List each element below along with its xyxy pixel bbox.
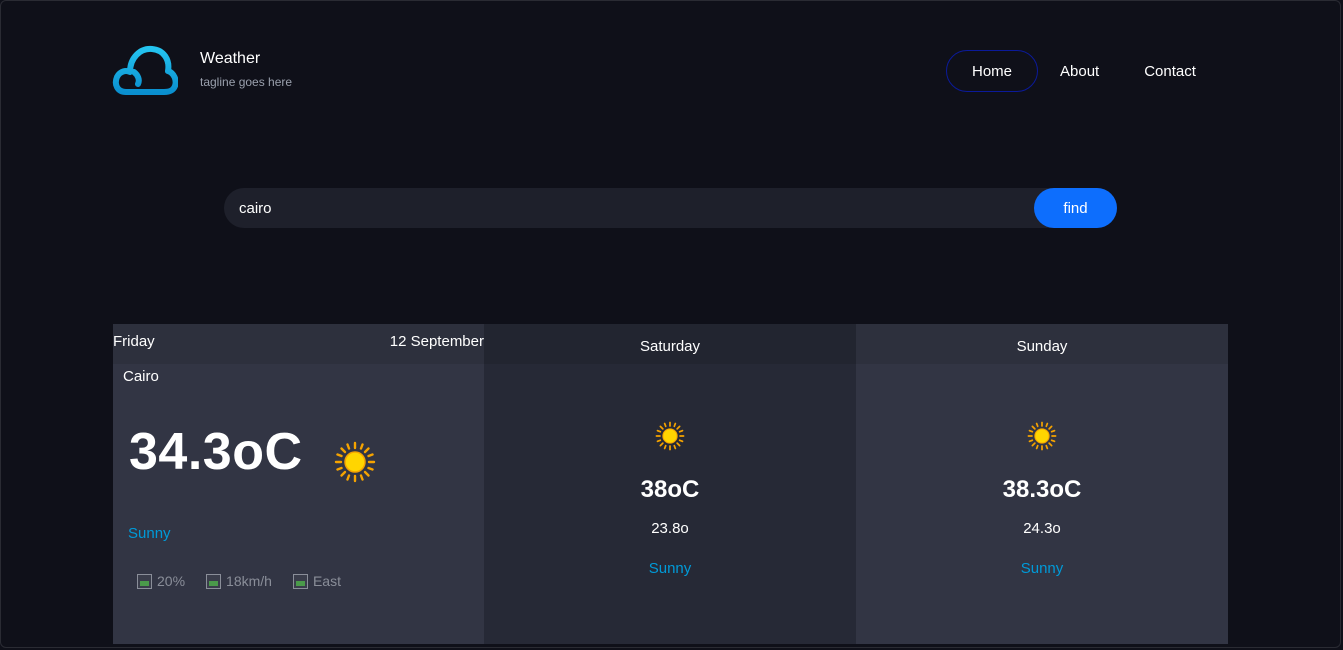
nav-about-link[interactable]: About <box>1060 50 1099 92</box>
forecast-max-temp: 38.3oC <box>1002 476 1082 503</box>
wind-value: 18km/h <box>226 573 272 589</box>
forecast-min-temp: 24.3o <box>1023 520 1061 537</box>
today-day: Friday <box>113 333 155 350</box>
forecast-card: Saturday 38oC 23.8o Sunny <box>484 324 856 644</box>
sun-icon <box>1027 421 1057 451</box>
brand-title: Weather <box>200 50 261 67</box>
umbrella-icon <box>137 573 152 589</box>
nav-contact-link[interactable]: Contact <box>1144 50 1196 92</box>
wind-icon <box>206 573 222 589</box>
brand-tagline: tagline goes here <box>200 75 293 89</box>
main-nav: Home About Contact <box>946 50 1196 92</box>
current-condition: Sunny <box>128 525 171 542</box>
city-name: Cairo <box>123 368 159 385</box>
today-date: 12 September <box>389 333 484 350</box>
humidity-value: 20% <box>157 573 186 589</box>
cloud-icon <box>112 45 178 95</box>
current-temperature: 34.3oC <box>129 423 303 481</box>
nav-home-link[interactable]: Home <box>946 50 1038 92</box>
wind-stat: 18km/h <box>206 573 272 589</box>
forecast-condition: Sunny <box>1020 560 1064 577</box>
sun-icon <box>655 421 685 451</box>
today-card: Friday 12 September Cairo 34.3oC Sunny 2… <box>113 324 484 644</box>
forecast-max-temp: 38oC <box>640 476 700 503</box>
direction-value: East <box>312 573 341 589</box>
forecast-card: Sunday 38.3oC 24.3o Sunny <box>856 324 1228 644</box>
find-button[interactable]: find <box>1034 188 1117 228</box>
compass-icon <box>292 573 308 589</box>
forecast-condition: Sunny <box>648 560 692 577</box>
forecast-card-header: Sunday <box>856 324 1228 364</box>
weather-stats: 20% 18km/h East <box>137 573 362 589</box>
today-card-header: Friday 12 September <box>113 324 484 364</box>
forecast-card-header: Saturday <box>484 324 856 364</box>
search-bar: find <box>224 188 1117 228</box>
forecast-min-temp: 23.8o <box>651 520 689 537</box>
direction-stat: East <box>292 573 341 589</box>
forecast-day: Sunday <box>1016 338 1068 355</box>
humidity-stat: 20% <box>137 573 185 589</box>
search-input[interactable] <box>224 188 1024 228</box>
forecast-day: Saturday <box>639 338 701 355</box>
sun-icon <box>334 441 376 483</box>
